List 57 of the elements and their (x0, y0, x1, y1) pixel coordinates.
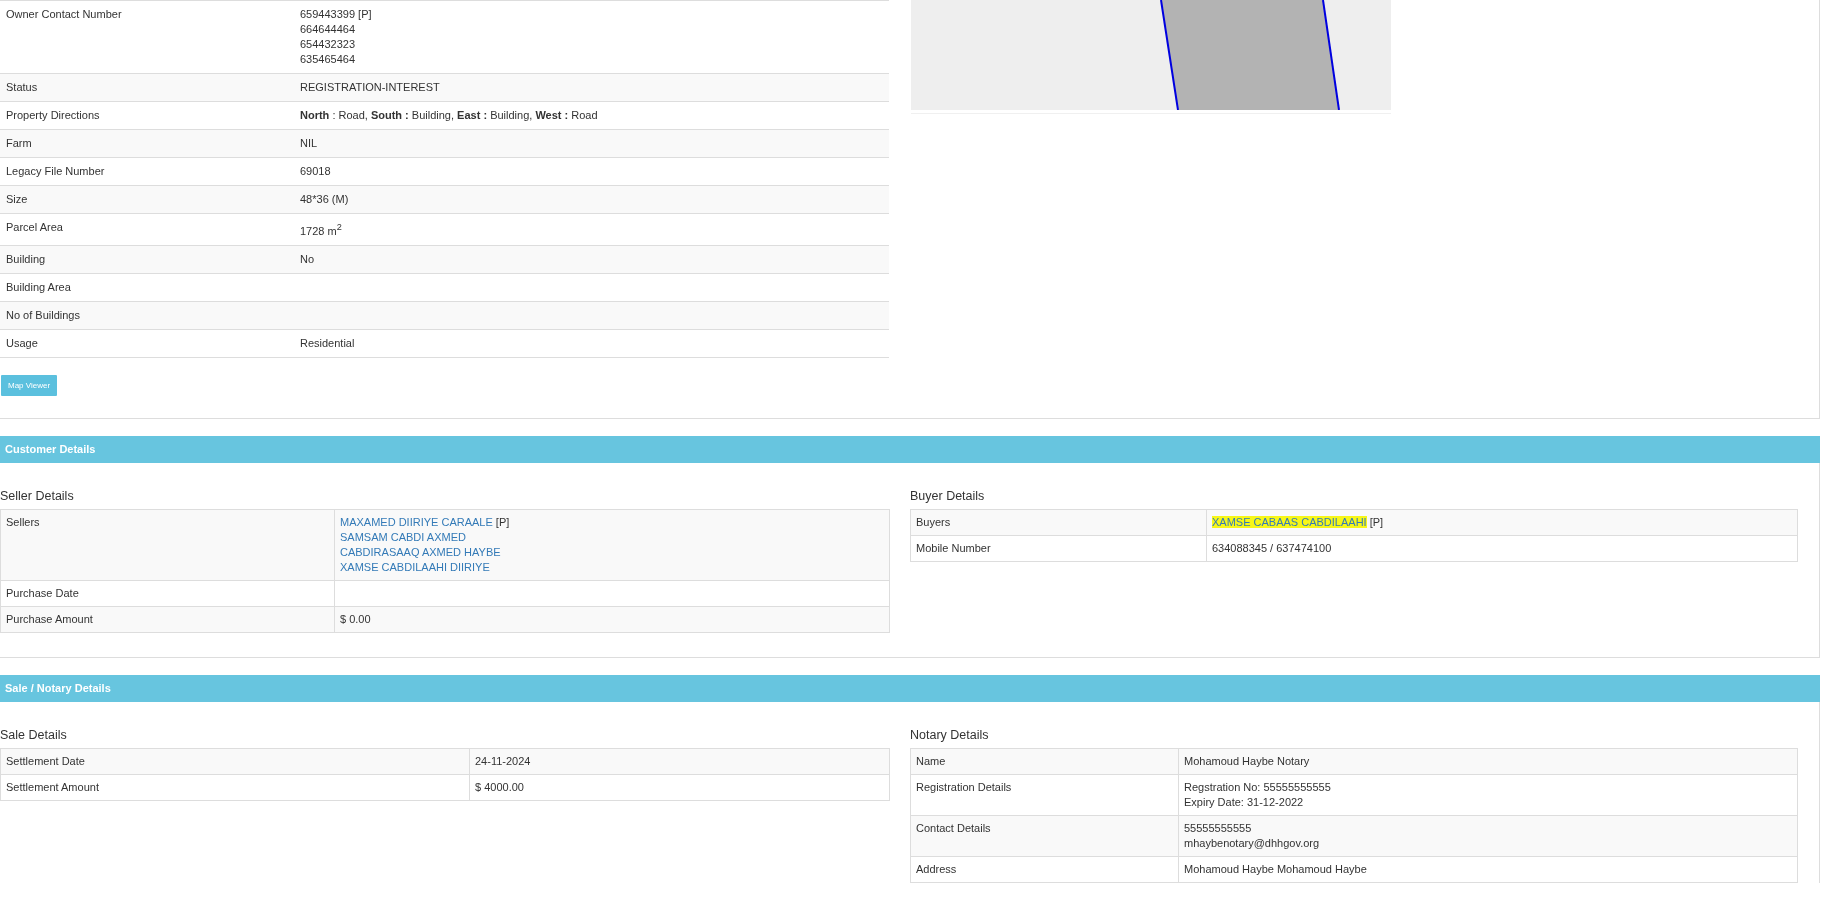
field-label: Usage (0, 329, 294, 358)
field-label: Settlement Amount (0, 774, 470, 801)
field-label: Purchase Date (0, 580, 335, 607)
primary-marker: [P] (495, 516, 510, 528)
field-value: 55555555555 (1184, 822, 1252, 834)
field-label: Settlement Date (0, 748, 470, 775)
field-label: Purchase Amount (0, 606, 335, 633)
field-value: 1728 m$^{2}$ (300, 221, 343, 239)
field-value: 635465464 (300, 52, 357, 67)
field-label: Property Directions (0, 101, 294, 130)
field-value: mhaybenotary@dhhgov.org (1184, 837, 1320, 849)
field-label: No of Buildings (0, 301, 294, 330)
field-value: North : Road, South : Building, East : Building, West : Road (300, 108, 599, 123)
section-subheading: Seller Details (0, 489, 75, 503)
field-label: Legacy File Number (0, 157, 294, 186)
name-link[interactable]: XAMSE CABDILAAHI DIIRIYE (340, 561, 490, 573)
primary-marker: [P] (1369, 516, 1384, 528)
field-value: Regstration No: 55555555555 (1184, 781, 1331, 793)
field-label: Mobile Number (910, 535, 1207, 562)
field-value: 659443399 [P] (300, 7, 373, 22)
field-label: Contact Details (910, 815, 1179, 857)
section-header: Sale / Notary Details (0, 675, 1820, 702)
name-link[interactable]: CABDIRASAAQ AXMED HAYBE (340, 546, 501, 558)
field-label: Parcel Area (0, 213, 294, 246)
field-value: 69018 (300, 164, 332, 179)
name-link[interactable]: SAMSAM CABDI AXMED (340, 531, 466, 543)
field-label: Owner Contact Number (0, 0, 294, 74)
field-label: Farm (0, 129, 294, 158)
name-link[interactable]: XAMSE CABAAS CABDILAAHI (1212, 516, 1367, 528)
field-value: Mohamoud Haybe Mohamoud Haybe (1184, 863, 1367, 875)
field-label: Building Area (0, 273, 294, 302)
field-value: 664644464 (300, 22, 357, 37)
field-label: Registration Details (910, 774, 1179, 816)
field-label: Buyers (910, 509, 1207, 536)
name-link[interactable]: MAXAMED DIIRIYE CARAALE (340, 516, 493, 528)
field-value: 634088345 / 637474100 (1212, 542, 1332, 554)
field-value: NIL (300, 136, 319, 151)
section-subheading: Buyer Details (910, 489, 986, 503)
field-value: 24-11-2024 (475, 755, 531, 767)
field-label: Building (0, 245, 294, 274)
section-subheading: Notary Details (910, 728, 990, 742)
field-value: Expiry Date: 31-12-2022 (1184, 796, 1304, 808)
field-value: Residential (300, 335, 356, 351)
field-label: Status (0, 73, 294, 102)
field-label: Size (0, 185, 294, 214)
field-label: Sellers (0, 509, 335, 581)
field-value: No (300, 251, 316, 267)
field-label: Name (910, 748, 1179, 775)
field-value: $ 4000.00 (475, 781, 524, 793)
field-value: REGISTRATION-INTEREST (300, 80, 441, 95)
field-value: 48*36 (M) (300, 192, 350, 207)
section-header: Customer Details (0, 436, 1820, 463)
field-value: Mohamoud Haybe Notary (1184, 755, 1310, 767)
field-value: $ 0.00 (340, 613, 371, 625)
field-value: 654432323 (300, 37, 357, 52)
field-label: Address (910, 856, 1179, 883)
section-subheading: Sale Details (0, 728, 68, 742)
